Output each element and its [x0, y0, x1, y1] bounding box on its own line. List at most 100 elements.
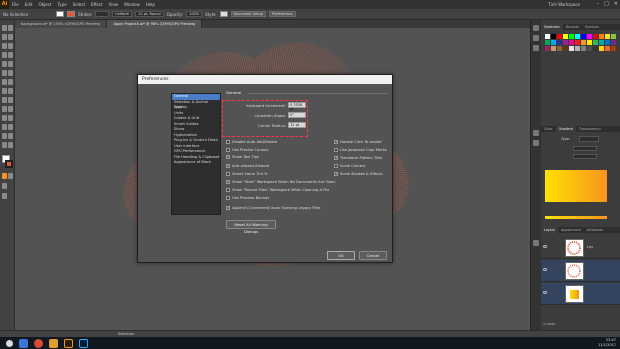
checkmark-icon[interactable]: ✓	[334, 156, 338, 160]
color-swatch[interactable]	[575, 46, 580, 51]
fill-swatch[interactable]	[56, 11, 65, 17]
checkbox-icon[interactable]	[226, 148, 230, 152]
color-swatch[interactable]	[563, 40, 568, 45]
rotate-tool-icon[interactable]	[2, 87, 13, 95]
reset-warnings-button[interactable]: Reset All Warning Dialogs	[226, 220, 276, 234]
cancel-button[interactable]: Cancel	[359, 251, 387, 260]
preference-checkbox[interactable]: ✓ Scale Strokes & Effects	[334, 172, 383, 176]
color-swatch[interactable]	[593, 34, 598, 39]
explorer-icon[interactable]	[19, 338, 28, 348]
menu-object[interactable]: Object	[35, 2, 54, 7]
color-swatch[interactable]	[587, 46, 592, 51]
gradient-slider[interactable]	[545, 216, 607, 219]
preference-checkbox[interactable]: ✓ Show "Start" Workspace When No Document…	[226, 180, 335, 184]
eyedropper-tool-icon[interactable]	[2, 123, 13, 131]
checkbox-icon[interactable]	[226, 140, 230, 144]
color-swatch[interactable]	[545, 46, 550, 51]
chrome-icon[interactable]	[34, 338, 43, 348]
color-swatch[interactable]	[605, 46, 610, 51]
start-icon[interactable]	[6, 339, 13, 347]
color-swatch[interactable]	[557, 34, 562, 39]
color-swatch[interactable]	[551, 34, 556, 39]
field-input[interactable]: 0°	[288, 112, 306, 118]
panel-swatches-icon[interactable]	[533, 25, 539, 31]
preference-checkbox[interactable]: ✓ Transform Pattern Tiles	[334, 156, 382, 160]
panel-layers-icon[interactable]	[533, 240, 539, 246]
preference-checkbox[interactable]: ✓ Double Click To Isolate	[334, 140, 382, 144]
color-swatch[interactable]	[551, 40, 556, 45]
color-swatch[interactable]	[575, 34, 580, 39]
opacity-field[interactable]: 100%	[186, 11, 203, 17]
color-swatch[interactable]	[569, 40, 574, 45]
color-mode-icon[interactable]	[2, 172, 13, 180]
preference-checkbox[interactable]: Scale Corners	[334, 164, 365, 168]
draw-mode-icon[interactable]	[2, 182, 13, 190]
preference-checkbox[interactable]: ✓ Anti-aliased Artwork	[226, 164, 269, 168]
checkmark-icon[interactable]: ✓	[226, 180, 230, 184]
pen-tool-icon[interactable]	[2, 42, 13, 50]
field-input[interactable]: 12 pt	[288, 122, 306, 128]
panel-gradient-icon[interactable]	[533, 140, 539, 146]
visibility-eye-icon[interactable]	[543, 268, 547, 271]
color-swatch[interactable]	[563, 34, 568, 39]
color-swatch[interactable]	[563, 46, 568, 51]
color-swatch[interactable]	[587, 40, 592, 45]
color-swatch[interactable]	[611, 34, 616, 39]
type-tool-icon[interactable]	[2, 51, 13, 59]
visibility-eye-icon[interactable]	[543, 245, 547, 248]
color-swatch[interactable]	[581, 34, 586, 39]
tab-layers[interactable]: Layers	[541, 227, 558, 233]
nav-item[interactable]: Appearance of Black	[172, 160, 220, 166]
magic-wand-tool-icon[interactable]	[2, 33, 13, 41]
color-swatch[interactable]	[605, 40, 610, 45]
preference-checkbox[interactable]: Disable Auto Add/Delete	[226, 140, 277, 144]
color-swatch[interactable]	[587, 34, 592, 39]
checkbox-icon[interactable]	[226, 196, 230, 200]
checkmark-icon[interactable]: ✓	[334, 172, 338, 176]
menu-view[interactable]: View	[106, 2, 122, 7]
menu-select[interactable]: Select	[70, 2, 88, 7]
layer-row[interactable]: Lay	[541, 237, 620, 259]
swatch-grid[interactable]	[545, 34, 617, 129]
menu-effect[interactable]: Effect	[88, 2, 106, 7]
shape-builder-tool-icon[interactable]	[2, 105, 13, 113]
width-tool-icon[interactable]	[2, 96, 13, 104]
checkbox-icon[interactable]	[334, 148, 338, 152]
preference-checkbox[interactable]: Use Precise Cursors	[226, 148, 268, 152]
menu-edit[interactable]: Edit	[22, 2, 36, 7]
panel-brushes-icon[interactable]	[533, 35, 539, 41]
color-swatch[interactable]	[599, 46, 604, 51]
document-setup-button[interactable]: Document Setup	[230, 11, 266, 17]
stroke-weight-field[interactable]	[95, 11, 110, 17]
layer-row[interactable]	[541, 283, 620, 305]
eraser-tool-icon[interactable]	[2, 78, 13, 86]
preference-checkbox[interactable]: Select Same Tint %	[226, 172, 268, 176]
photoshop-icon[interactable]	[79, 338, 88, 348]
stroke-swatch[interactable]	[67, 11, 76, 17]
checkmark-icon[interactable]: ✓	[334, 140, 338, 144]
visibility-eye-icon[interactable]	[543, 291, 547, 294]
tab-artboards[interactable]: Artboards	[584, 227, 606, 233]
color-swatch[interactable]	[593, 46, 598, 51]
close-icon[interactable]: ✕	[614, 1, 618, 7]
tab-transparency[interactable]: Transparency	[576, 126, 604, 132]
checkbox-icon[interactable]	[226, 188, 230, 192]
preference-checkbox[interactable]: ✓ Append [Converted] Upon Opening Legacy …	[226, 206, 320, 210]
menu-window[interactable]: Window	[121, 2, 143, 7]
tab-background[interactable]: background.ai* @ 150% (CMYK/GPU Preview)	[15, 20, 108, 28]
brush-dropdown[interactable]: 10 pt. Round	[135, 11, 164, 17]
illustrator-icon[interactable]	[64, 338, 73, 348]
color-swatch[interactable]	[557, 40, 562, 45]
checkmark-icon[interactable]: ✓	[226, 206, 230, 210]
layer-row[interactable]	[541, 260, 620, 282]
color-swatch[interactable]	[581, 46, 586, 51]
color-swatch[interactable]	[599, 34, 604, 39]
tab-gradient[interactable]: Gradient	[555, 126, 576, 132]
folder-icon[interactable]	[49, 338, 58, 348]
color-swatch[interactable]	[575, 40, 580, 45]
color-swatch[interactable]	[599, 40, 604, 45]
preference-checkbox[interactable]: Use Japanese Crop Marks	[334, 148, 387, 152]
paintbrush-tool-icon[interactable]	[2, 69, 13, 77]
color-swatch[interactable]	[581, 40, 586, 45]
color-swatch[interactable]	[545, 40, 550, 45]
